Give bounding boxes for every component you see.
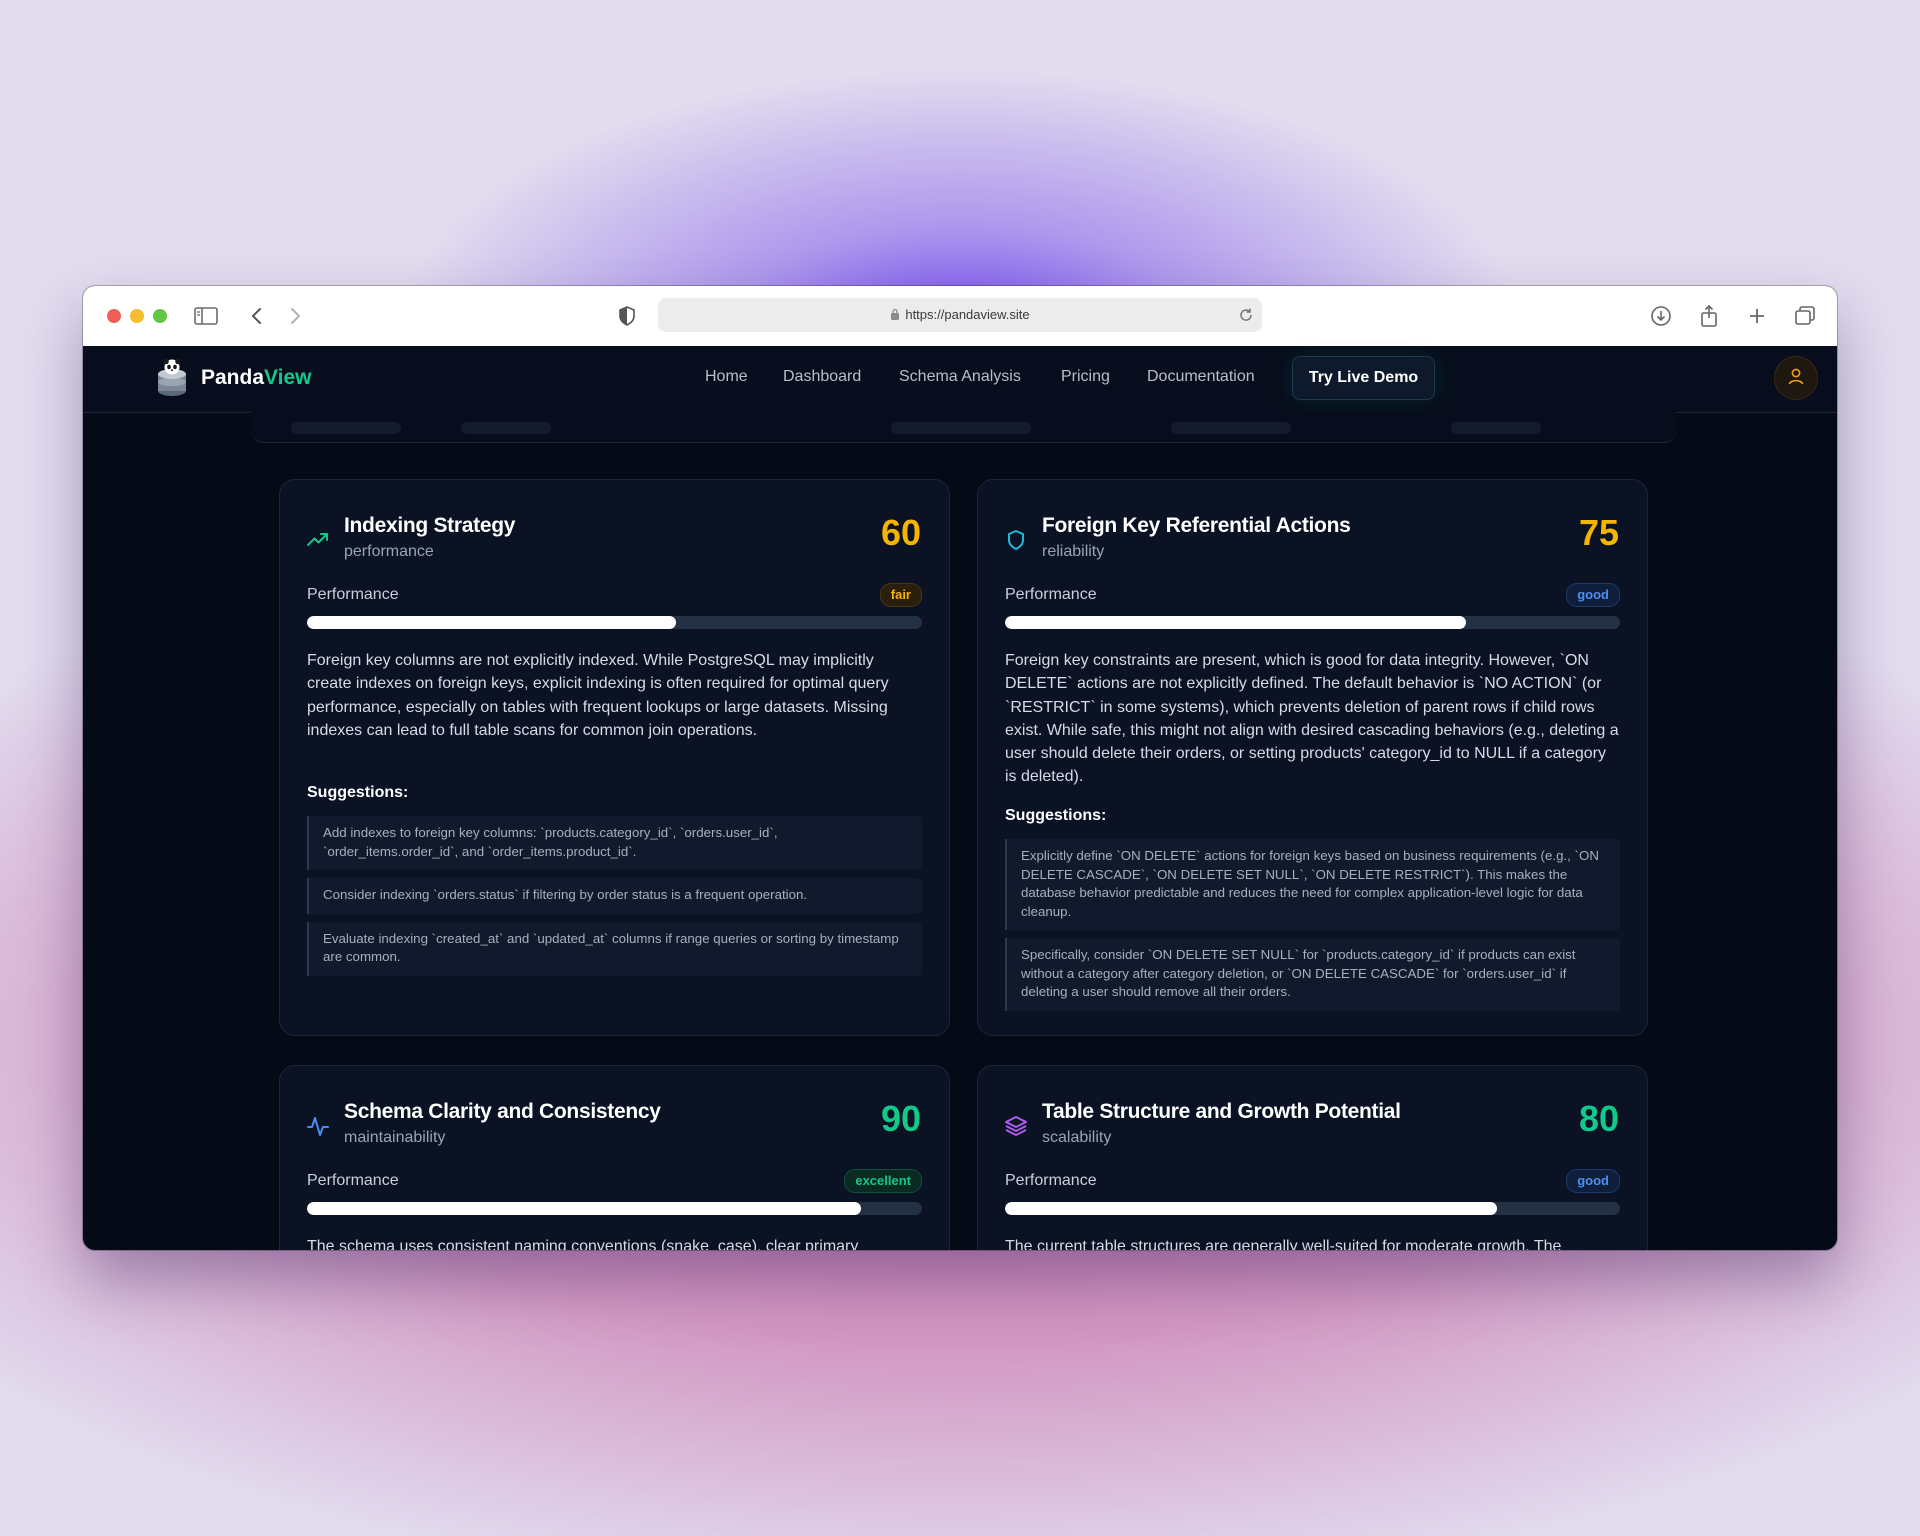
suggestions-list: Explicitly define `ON DELETE` actions fo… xyxy=(1005,839,1620,1019)
card-category: scalability xyxy=(1042,1129,1112,1146)
progress-fill xyxy=(1005,1202,1497,1215)
nav-link-documentation[interactable]: Documentation xyxy=(1147,368,1255,386)
card-title: Table Structure and Growth Potential xyxy=(1042,1100,1401,1123)
try-live-demo-button[interactable]: Try Live Demo xyxy=(1292,356,1435,400)
trending-up-icon xyxy=(306,528,330,552)
performance-label: Performance xyxy=(1005,1172,1097,1189)
analysis-card-table-structure: Table Structure and Growth Potential sca… xyxy=(977,1065,1648,1250)
url-display: https://pandaview.site xyxy=(658,307,1262,323)
analysis-card-foreign-key-actions: Foreign Key Referential Actions reliabil… xyxy=(977,479,1648,1036)
nav-link-pricing[interactable]: Pricing xyxy=(1061,368,1110,386)
suggestions-heading: Suggestions: xyxy=(1005,807,1107,824)
suggestion-item: Add indexes to foreign key columns: `pro… xyxy=(307,816,922,870)
card-score: 75 xyxy=(1578,512,1619,553)
progress-fill xyxy=(307,616,676,629)
suggestions-list: Add indexes to foreign key columns: `pro… xyxy=(307,816,922,984)
layers-icon xyxy=(1004,1114,1028,1138)
performance-label: Performance xyxy=(1005,586,1097,603)
back-icon[interactable] xyxy=(243,302,271,330)
card-description: Foreign key columns are not explicitly i… xyxy=(307,652,889,739)
performance-progress-bar xyxy=(1005,1202,1620,1215)
new-tab-icon[interactable] xyxy=(1743,302,1771,330)
user-menu-button[interactable] xyxy=(1774,356,1818,400)
tab-overview-icon[interactable] xyxy=(1791,302,1819,330)
performance-progress-bar xyxy=(307,1202,922,1215)
minimize-window-button[interactable] xyxy=(130,309,144,323)
card-description: Foreign key constraints are present, whi… xyxy=(1005,652,1619,786)
performance-progress-bar xyxy=(307,616,922,629)
card-category: reliability xyxy=(1042,543,1105,560)
lock-icon xyxy=(890,308,900,323)
suggestion-item: Evaluate indexing `created_at` and `upda… xyxy=(307,921,922,976)
performance-label: Performance xyxy=(307,586,399,603)
card-description: The current table structures are general… xyxy=(1005,1238,1562,1250)
shield-icon xyxy=(1004,528,1028,552)
nav-link-dashboard[interactable]: Dashboard xyxy=(783,368,861,386)
reload-icon[interactable] xyxy=(1238,307,1254,328)
scrolled-summary-strip xyxy=(251,412,1676,443)
suggestion-item: Explicitly define `ON DELETE` actions fo… xyxy=(1005,839,1620,930)
card-score: 90 xyxy=(880,1098,921,1139)
zoom-window-button[interactable] xyxy=(153,309,167,323)
user-icon xyxy=(1787,367,1805,390)
forward-icon[interactable] xyxy=(281,302,309,330)
card-title: Schema Clarity and Consistency xyxy=(344,1100,661,1123)
analysis-card-schema-clarity: Schema Clarity and Consistency maintaina… xyxy=(279,1065,950,1250)
analysis-card-indexing-strategy: Indexing Strategy performance 60 Perform… xyxy=(279,479,950,1036)
nav-link-schema-analysis[interactable]: Schema Analysis xyxy=(899,368,1021,386)
card-description: The schema uses consistent naming conven… xyxy=(307,1238,859,1250)
downloads-icon[interactable] xyxy=(1647,302,1675,330)
rating-badge: good xyxy=(1566,583,1620,607)
main-nav: Home Dashboard Schema Analysis Pricing D… xyxy=(83,368,1837,388)
browser-toolbar: https://pandaview.site xyxy=(83,286,1837,347)
card-score: 80 xyxy=(1578,1098,1619,1139)
card-title: Indexing Strategy xyxy=(344,514,516,537)
card-score: 60 xyxy=(880,512,921,553)
performance-label: Performance xyxy=(307,1172,399,1189)
progress-fill xyxy=(1005,616,1467,629)
performance-progress-bar xyxy=(1005,616,1620,629)
suggestions-heading: Suggestions: xyxy=(307,784,409,801)
progress-fill xyxy=(307,1202,861,1215)
rating-badge: fair xyxy=(879,583,922,607)
share-icon[interactable] xyxy=(1695,302,1723,330)
rating-badge: good xyxy=(1566,1169,1620,1193)
card-category: performance xyxy=(344,543,434,560)
activity-icon xyxy=(306,1114,330,1138)
nav-link-home[interactable]: Home xyxy=(705,368,748,386)
address-bar[interactable]: https://pandaview.site xyxy=(658,298,1262,332)
browser-window: https://pandaview.site PandaView Home Da… xyxy=(83,286,1837,1250)
suggestion-item: Consider indexing `orders.status` if fil… xyxy=(307,878,922,914)
url-text: https://pandaview.site xyxy=(905,307,1030,322)
rating-badge: excellent xyxy=(844,1169,922,1193)
sidebar-toggle-icon[interactable] xyxy=(192,302,220,330)
card-category: maintainability xyxy=(344,1129,446,1146)
privacy-shield-icon[interactable] xyxy=(613,302,641,330)
close-window-button[interactable] xyxy=(107,309,121,323)
suggestion-item: Specifically, consider `ON DELETE SET NU… xyxy=(1005,938,1620,1011)
card-title: Foreign Key Referential Actions xyxy=(1042,514,1351,537)
